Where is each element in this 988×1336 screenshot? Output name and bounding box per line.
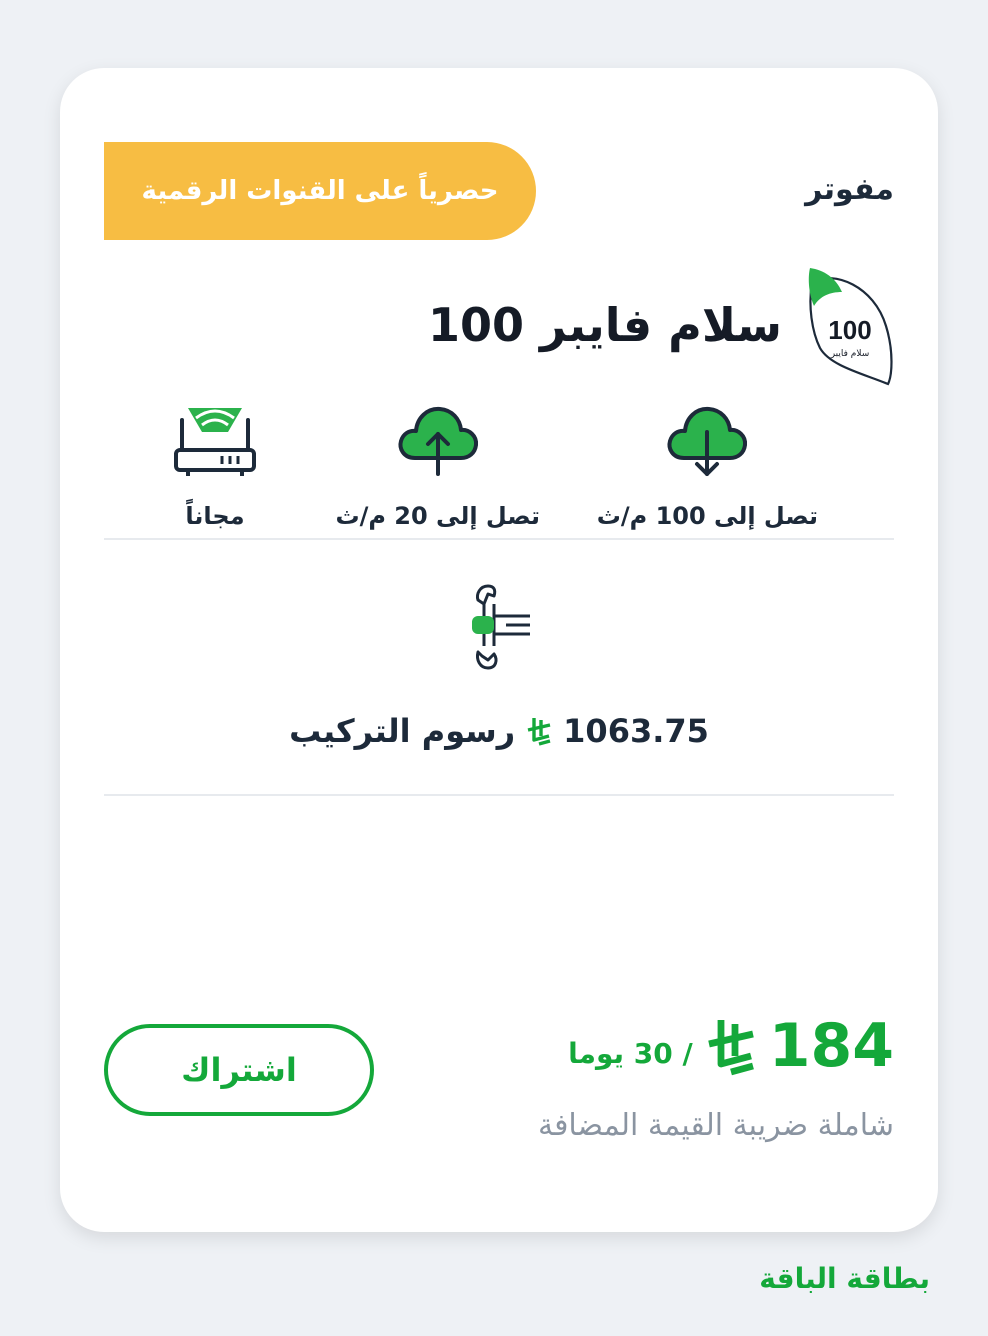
installation-fee-amount: 1063.75 xyxy=(563,712,709,750)
installation-fee: 1063.75 رسوم التركيب xyxy=(60,712,938,750)
price-period: / 30 يوما xyxy=(568,1037,693,1070)
cloud-upload-icon xyxy=(398,406,478,476)
riyal-icon xyxy=(707,1020,754,1076)
plan-price: 184 / 30 يوما xyxy=(568,1016,894,1076)
feature-download-speed: تصل إلى 100 م/ث xyxy=(597,398,818,530)
feature-free-router: مجاناً xyxy=(172,398,258,530)
billing-type: مفوتر xyxy=(805,172,894,207)
divider xyxy=(104,794,894,796)
wrench-hand-icon xyxy=(472,584,530,670)
divider xyxy=(104,538,894,540)
feature-upload-speed: تصل إلى 20 م/ث xyxy=(335,398,540,530)
plan-logo-caption: سلام فايبر xyxy=(830,349,870,359)
plan-logo-icon: 100 سلام فايبر xyxy=(808,268,893,386)
price-amount: 184 xyxy=(768,1011,894,1081)
cloud-download-icon xyxy=(667,406,748,476)
feature-upload-label: تصل إلى 20 م/ث xyxy=(335,502,540,530)
vat-note: شاملة ضريبة القيمة المضافة xyxy=(537,1108,894,1143)
plan-title: سلام فايبر 100 xyxy=(428,298,782,352)
feature-router-label: مجاناً xyxy=(185,502,245,530)
plan-card: حصرياً على القنوات الرقمية مفوتر 100 سلا… xyxy=(60,68,938,1232)
riyal-icon xyxy=(527,718,551,746)
promo-banner-text: حصرياً على القنوات الرقمية xyxy=(141,176,499,206)
plan-card-link[interactable]: بطاقة الباقة xyxy=(759,1262,930,1295)
plan-logo-number: 100 xyxy=(828,315,871,345)
feature-download-label: تصل إلى 100 م/ث xyxy=(596,502,818,530)
wifi-router-icon xyxy=(174,408,256,476)
promo-banner: حصرياً على القنوات الرقمية xyxy=(104,142,536,240)
installation-fee-label: رسوم التركيب xyxy=(289,712,516,750)
subscribe-button[interactable]: اشتراك xyxy=(104,1024,374,1116)
